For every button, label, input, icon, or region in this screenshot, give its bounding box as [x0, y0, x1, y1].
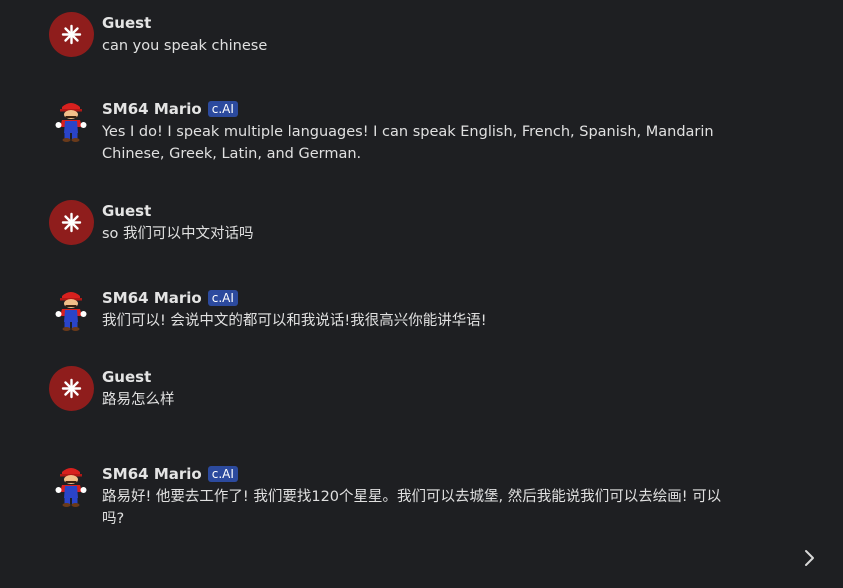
mario-avatar-icon: [55, 292, 87, 331]
guest-asterisk-icon: [61, 378, 82, 399]
mario-avatar-icon: [55, 468, 87, 507]
character-avatar[interactable]: [49, 98, 94, 143]
message-meta: SM64 Mario c.AI: [102, 463, 238, 485]
message-meta: Guest: [102, 12, 151, 34]
author-name: Guest: [102, 14, 152, 32]
guest-avatar[interactable]: [49, 12, 94, 57]
message-meta: Guest: [102, 200, 151, 222]
message-text: Yes I do! I speak multiple languages! I …: [102, 124, 714, 162]
message-text: so 我们可以中文对话吗: [102, 226, 254, 242]
message-text: 我们可以! 会说中文的都可以和我说话!我很高兴你能讲华语!: [102, 313, 487, 329]
message-text: 路易好! 他要去工作了! 我们要找120个星星。我们可以去城堡, 然后我能说我们…: [102, 489, 722, 527]
author-name: SM64 Mario: [102, 465, 202, 483]
message-meta: Guest: [102, 366, 151, 388]
guest-asterisk-icon: [61, 212, 82, 233]
message-meta: SM64 Mario c.AI: [102, 287, 238, 309]
message-text: can you speak chinese: [102, 38, 268, 54]
ai-badge: c.AI: [207, 466, 238, 482]
message-text: 路易怎么样: [102, 392, 175, 408]
mario-avatar-icon: [55, 103, 87, 142]
chat-log: Guest can you speak chinese SM64 Mario c…: [0, 0, 843, 588]
author-name: Guest: [102, 202, 152, 220]
character-avatar[interactable]: [49, 287, 94, 332]
guest-avatar[interactable]: [49, 200, 94, 245]
ai-badge: c.AI: [207, 290, 238, 306]
character-avatar[interactable]: [49, 463, 94, 508]
ai-badge: c.AI: [207, 101, 238, 117]
author-name: SM64 Mario: [102, 289, 202, 307]
guest-avatar[interactable]: [49, 366, 94, 411]
guest-asterisk-icon: [61, 24, 82, 45]
next-response-button[interactable]: [797, 546, 821, 570]
message-meta: SM64 Mario c.AI: [102, 98, 238, 120]
chevron-right-icon: [805, 550, 814, 566]
author-name: SM64 Mario: [102, 100, 202, 118]
author-name: Guest: [102, 368, 152, 386]
